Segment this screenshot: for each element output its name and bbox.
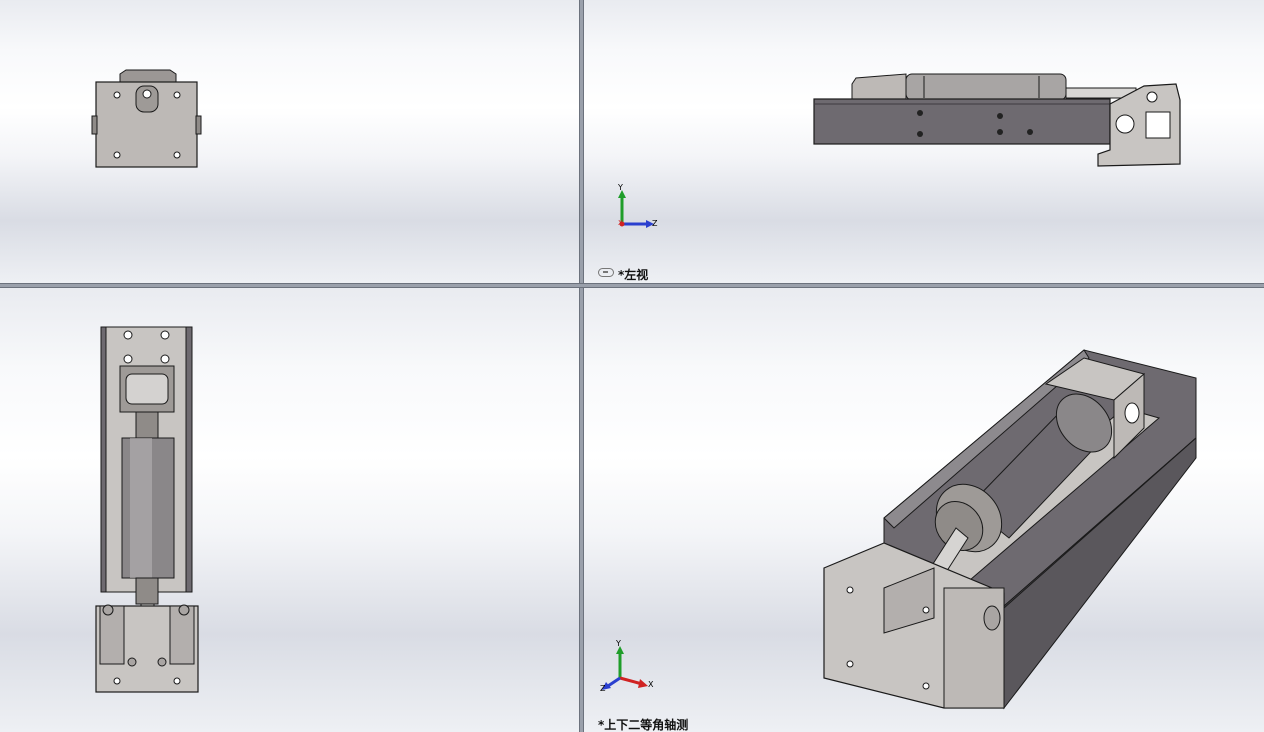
triad-z-label: Z <box>600 684 606 693</box>
viewport-top[interactable] <box>0 288 579 732</box>
part-top-view <box>95 326 199 693</box>
viewport-splitter-horizontal[interactable] <box>0 283 1264 288</box>
viewport-splitter-vertical[interactable] <box>579 0 584 732</box>
triad-icon: Y Z X <box>612 183 662 238</box>
triad-y-label: Y <box>618 183 623 192</box>
viewport-left[interactable]: Y Z X *左视 <box>584 0 1264 283</box>
view-label-isometric: *上下二等角轴测 <box>598 718 689 732</box>
triad-x-label: X <box>648 680 654 689</box>
triad-x-label: X <box>618 219 623 227</box>
triad-icon: Y X Z <box>598 639 658 696</box>
part-isometric-view <box>823 349 1197 710</box>
link-icon[interactable] <box>598 268 614 277</box>
part-left-view <box>813 73 1181 167</box>
triad-z-label: Z <box>652 219 658 228</box>
view-label-left: *左视 <box>618 268 649 282</box>
viewport-isometric[interactable]: Y X Z *上下二等角轴测 <box>584 288 1264 732</box>
part-front-view <box>91 69 202 168</box>
triad-y-label: Y <box>616 639 621 648</box>
viewport-front[interactable] <box>0 0 579 283</box>
